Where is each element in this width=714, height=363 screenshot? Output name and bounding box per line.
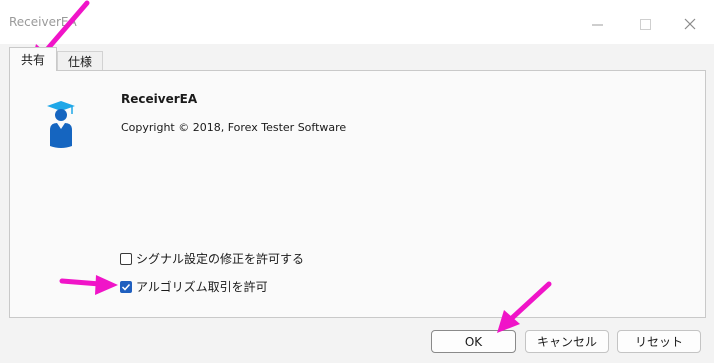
tab-specs[interactable]: 仕様 [57,51,103,71]
allow-algo-trading-checkbox[interactable] [120,280,132,293]
allow-algo-trading-option[interactable]: アルゴリズム取引を許可 [120,278,268,295]
checkmark-icon [121,283,131,291]
tab-panel [9,70,706,318]
minimize-button[interactable] [574,8,620,40]
tab-shared-label: 共有 [20,53,45,67]
window-title: ReceiverEA [9,15,77,29]
allow-signal-edit-checkbox[interactable] [120,252,132,265]
minimize-icon [591,24,603,25]
dialog-window: ReceiverEA 共有 仕様 ReceiverEA Copyright © … [0,0,714,363]
allow-signal-edit-option[interactable]: シグナル設定の修正を許可する [120,250,304,267]
tab-shared[interactable]: 共有 [9,47,57,71]
maximize-button[interactable] [622,8,668,40]
copyright-text: Copyright © 2018, Forex Tester Software [121,121,347,134]
app-name: ReceiverEA [121,92,198,106]
close-icon [684,18,696,30]
title-bar: ReceiverEA [0,0,714,44]
reset-button[interactable]: リセット [617,330,701,353]
allow-algo-trading-label: アルゴリズム取引を許可 [136,280,268,294]
close-button[interactable] [667,8,713,40]
cancel-button[interactable]: キャンセル [525,330,609,353]
tab-specs-label: 仕様 [67,55,92,69]
maximize-icon [639,18,651,30]
graduate-user-icon [47,101,75,148]
ok-button[interactable]: OK [431,330,516,353]
allow-signal-edit-label: シグナル設定の修正を許可する [136,252,305,266]
